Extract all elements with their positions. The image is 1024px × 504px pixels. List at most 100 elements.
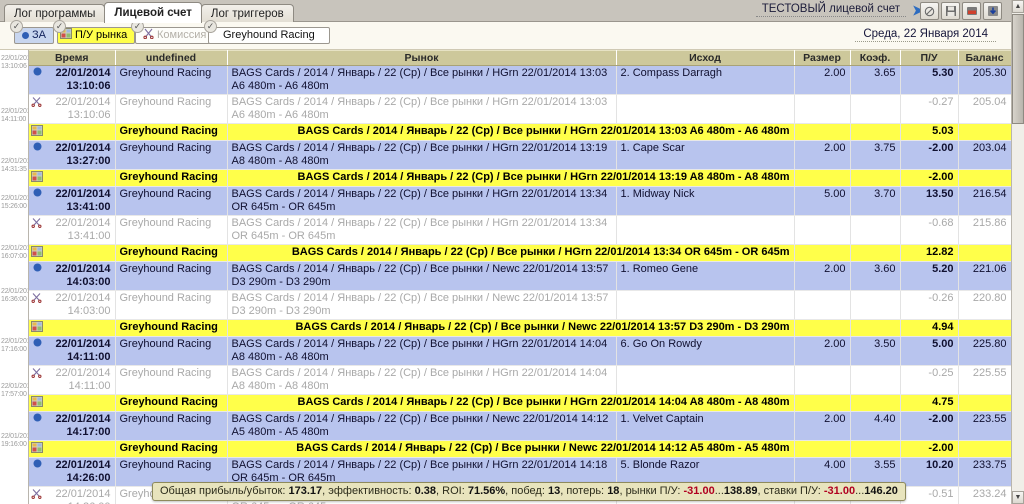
rail-item[interactable]: 22/01/201 16:07:00 bbox=[1, 245, 28, 261]
rail-item[interactable]: 22/01/201 13:10:06 bbox=[1, 55, 28, 71]
tab-trigger-log[interactable]: Лог триггеров bbox=[200, 4, 294, 23]
cell-sport: Greyhound Racing bbox=[115, 140, 228, 170]
rail-item[interactable]: 22/01/201 16:36:00 bbox=[1, 288, 28, 304]
cell-odds bbox=[850, 319, 901, 337]
cell-market: BAGS Cards / 2014 / Январь / 22 (Ср) / В… bbox=[227, 65, 617, 95]
current-date-label: Среда, 22 Января 2014 bbox=[855, 28, 996, 42]
disabled-link-icon[interactable] bbox=[920, 2, 939, 20]
table-row[interactable]: 22/01/2014 14:11:00 Greyhound Racing BAGS C… bbox=[29, 365, 1011, 395]
blue-dot-icon bbox=[31, 188, 42, 199]
tab-account[interactable]: Лицевой счет bbox=[104, 2, 202, 23]
status-eff-value: 0.38 bbox=[414, 485, 437, 497]
tab-strip: Лог программы Лицевой счет Лог триггеров… bbox=[0, 0, 1024, 23]
chip-market-pl[interactable]: П/У рынка bbox=[57, 27, 136, 44]
table-row[interactable]: 22/01/2014 13:10:06 Greyhound Racing BAGS C… bbox=[29, 65, 1011, 95]
table-icon bbox=[31, 396, 43, 407]
cell-size bbox=[794, 365, 851, 395]
chip-sport[interactable]: Greyhound Racing bbox=[208, 27, 330, 44]
cell-balance: 205.04 bbox=[958, 94, 1011, 124]
rail-item[interactable]: 22/01/201 19:16:00 bbox=[1, 433, 28, 449]
account-statement-grid[interactable]: Время undefined Рынок Исход Размер Коэф.… bbox=[29, 50, 1011, 504]
table-row[interactable]: 22/01/2014 14:03:00 Greyhound Racing BAGS C… bbox=[29, 290, 1011, 320]
cell-size: 2.00 bbox=[794, 411, 851, 441]
table-row[interactable]: 22/01/2014 14:11:00 Greyhound Racing BAGS C… bbox=[29, 336, 1011, 366]
cell-sport: Greyhound Racing bbox=[115, 336, 228, 366]
col-header-time[interactable]: Время bbox=[29, 50, 116, 66]
save-icon[interactable] bbox=[941, 2, 960, 20]
chip-market-pl-label: П/У рынка bbox=[75, 29, 128, 41]
rail-item[interactable]: 22/01/201 15:26:00 bbox=[1, 195, 28, 211]
table-row[interactable]: 22/01/2014 13:41:00 Greyhound Racing BAGS C… bbox=[29, 215, 1011, 245]
table-row[interactable]: 22/01/2014 13:41:00 Greyhound Racing BAGS C… bbox=[29, 186, 1011, 216]
statement-table: Время undefined Рынок Исход Размер Коэф.… bbox=[29, 50, 1011, 504]
row-time: 13:41:00 bbox=[66, 201, 111, 213]
checkbox-market-pl[interactable]: ✓ bbox=[53, 20, 66, 33]
rail-item[interactable]: 22/01/201 17:16:00 bbox=[1, 338, 28, 354]
scissors-icon bbox=[31, 96, 42, 108]
cell-outcome bbox=[616, 365, 795, 395]
cell-pl: -0.51 bbox=[900, 486, 959, 504]
export-icon[interactable] bbox=[962, 2, 981, 20]
scroll-down-arrow-icon[interactable]: ▼ bbox=[1012, 491, 1024, 504]
status-roi-label: ROI: bbox=[442, 485, 465, 497]
table-row[interactable]: Greyhound Racing BAGS Cards / 2014 / Янва… bbox=[29, 319, 1011, 337]
col-header-balance[interactable]: Баланс bbox=[958, 50, 1011, 66]
blue-dot-icon bbox=[31, 142, 42, 153]
cell-time: 22/01/2014 14:17:00 bbox=[29, 411, 116, 441]
cell-size: 5.00 bbox=[794, 186, 851, 216]
status-total-label: Общая прибыль/убыток: bbox=[160, 485, 286, 497]
cell-balance: 216.54 bbox=[958, 186, 1011, 216]
checkbox-za[interactable]: ✓ bbox=[10, 20, 23, 33]
col-header-outcome[interactable]: Исход bbox=[616, 50, 795, 66]
cell-size bbox=[794, 290, 851, 320]
row-time: 14:26:00 bbox=[66, 472, 111, 484]
table-row[interactable]: Greyhound Racing BAGS Cards / 2014 / Янва… bbox=[29, 123, 1011, 141]
col-header-size[interactable]: Размер bbox=[794, 50, 851, 66]
table-row[interactable]: 22/01/2014 13:27:00 Greyhound Racing BAGS C… bbox=[29, 140, 1011, 170]
cell-balance: 215.86 bbox=[958, 215, 1011, 245]
cell-outcome: 1. Velvet Captain bbox=[616, 411, 795, 441]
cell-time bbox=[29, 244, 116, 262]
table-row[interactable]: Greyhound Racing BAGS Cards / 2014 / Янва… bbox=[29, 244, 1011, 262]
cell-market: BAGS Cards / 2014 / Январь / 22 (Ср) / В… bbox=[227, 169, 795, 187]
col-header-pl[interactable]: П/У bbox=[900, 50, 959, 66]
status-wins-label: побед: bbox=[511, 485, 545, 497]
cell-time: 22/01/201414:26:00 bbox=[29, 457, 116, 487]
cell-odds: 3.70 bbox=[850, 186, 901, 216]
table-row[interactable]: 22/01/2014 14:17:00 Greyhound Racing BAGS C… bbox=[29, 411, 1011, 441]
blue-dot-icon bbox=[31, 67, 42, 78]
download-icon[interactable] bbox=[983, 2, 1002, 20]
cell-outcome: 6. Go On Rowdy bbox=[616, 336, 795, 366]
table-row[interactable]: Greyhound Racing BAGS Cards / 2014 / Янва… bbox=[29, 394, 1011, 412]
row-date: 22/01/2014 bbox=[55, 367, 111, 379]
cell-balance: 205.30 bbox=[958, 65, 1011, 95]
blue-dot-icon bbox=[31, 263, 42, 274]
cell-time: 22/01/2014 13:41:00 bbox=[29, 186, 116, 216]
scrollbar-thumb[interactable] bbox=[1012, 14, 1024, 124]
cell-sport: Greyhound Racing bbox=[115, 290, 228, 320]
col-header-odds[interactable]: Коэф. bbox=[850, 50, 901, 66]
scissors-icon bbox=[143, 28, 154, 44]
cell-pl: 5.03 bbox=[900, 123, 959, 141]
time-rail[interactable]: 22/01/201 13:10:06 22/01/201 14:11:00 22/01/… bbox=[0, 50, 29, 504]
table-row[interactable]: 22/01/2014 13:10:06 Greyhound Racing BAGS C… bbox=[29, 94, 1011, 124]
checkbox-sport[interactable]: ✓ bbox=[204, 20, 217, 33]
scroll-up-arrow-icon[interactable]: ▲ bbox=[1012, 0, 1024, 13]
chip-commission[interactable]: Комиссия bbox=[135, 27, 215, 44]
rail-item-date: 22/01/201 bbox=[1, 383, 29, 390]
table-row[interactable]: 22/01/2014 14:03:00 Greyhound Racing BAGS C… bbox=[29, 261, 1011, 291]
cell-time: 22/01/2014 13:41:00 bbox=[29, 215, 116, 245]
cell-pl: 4.75 bbox=[900, 394, 959, 412]
rail-item[interactable]: 22/01/201 17:57:00 bbox=[1, 383, 28, 399]
rail-item[interactable]: 22/01/201 14:11:00 bbox=[1, 108, 28, 124]
table-icon bbox=[31, 442, 43, 453]
cell-pl: 12.82 bbox=[900, 244, 959, 262]
table-row[interactable]: Greyhound Racing BAGS Cards / 2014 / Янва… bbox=[29, 440, 1011, 458]
vertical-scrollbar[interactable]: ▲ ▼ bbox=[1011, 0, 1024, 504]
table-row[interactable]: Greyhound Racing BAGS Cards / 2014 / Янва… bbox=[29, 169, 1011, 187]
col-header-undefined[interactable]: undefined bbox=[115, 50, 228, 66]
filter-chip-commission-wrap: ✓ Комиссия bbox=[131, 20, 215, 44]
cell-time bbox=[29, 123, 116, 141]
rail-item[interactable]: 22/01/201 14:31:35 bbox=[1, 158, 28, 174]
col-header-market[interactable]: Рынок bbox=[227, 50, 617, 66]
